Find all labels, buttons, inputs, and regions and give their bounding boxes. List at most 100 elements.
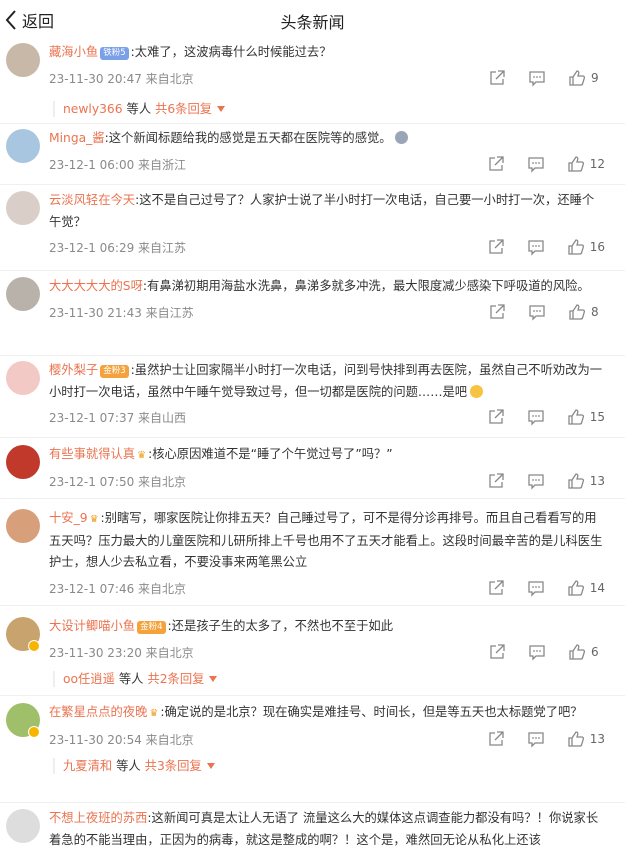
emoji-icon [394, 131, 408, 144]
crown-icon: ♛ [149, 708, 159, 719]
comment-actions: 6 [488, 642, 605, 662]
comment-icon[interactable] [527, 472, 545, 490]
divider [0, 123, 625, 124]
comment-username[interactable]: 不想上夜班的苏西 [49, 811, 147, 825]
divider [0, 605, 625, 606]
reply-username: 九夏清和 [63, 758, 113, 773]
comment-meta: 23-12-1 06:29 来自江苏 16 [49, 237, 605, 257]
like-icon[interactable] [567, 238, 585, 256]
top-bar: 返回 头条新闻 [0, 0, 625, 40]
avatar[interactable] [6, 43, 40, 77]
share-icon[interactable] [487, 730, 505, 748]
share-icon[interactable] [487, 238, 505, 256]
comment-icon[interactable] [527, 238, 545, 256]
avatar[interactable] [6, 445, 40, 479]
share-icon[interactable] [487, 155, 505, 173]
comment-meta: 23-11-30 21:43 来自江苏 8 [49, 302, 605, 322]
comment-icon[interactable] [528, 303, 546, 321]
comment-body: 十安_9 ♛:别瞎写，哪家医院让你排五天？自己睡过号了，可不是得分诊再排号。而且自… [49, 508, 605, 574]
comment-meta: 23-11-30 20:47 来自北京 9 [49, 68, 605, 88]
emoji-icon [470, 384, 484, 398]
like-icon[interactable] [567, 730, 585, 748]
comment-username[interactable]: 云淡风轻在今天 [49, 193, 135, 207]
comment-body: 大大大大大的S呀:有鼻涕初期用海盐水洗鼻，鼻涕多就多冲洗，最大限度减少感染下呼吸… [49, 276, 605, 298]
reply-count: 共2条回复 [147, 671, 205, 686]
comment-actions: 16 [487, 237, 605, 257]
comment-icon[interactable] [527, 155, 545, 173]
comment-username[interactable]: 大大大大大的S呀 [49, 279, 143, 293]
comment-item: 不想上夜班的苏西:这新闻可真是太让人无语了 流量这么大的媒体这点调查能力都没有吗… [0, 808, 625, 851]
comment-username[interactable]: 十安_9 [49, 511, 88, 525]
avatar[interactable] [6, 361, 40, 395]
comment-icon[interactable] [528, 643, 546, 661]
crown-icon: ♛ [137, 450, 147, 461]
comment-text: :有鼻涕初期用海盐水洗鼻，鼻涕多就多冲洗，最大限度减少感染下呼吸道的风险。 [142, 279, 590, 293]
avatar[interactable] [6, 129, 40, 163]
reply-middle: 等人 [116, 758, 141, 773]
caret-down-icon [206, 762, 215, 769]
comment-item: 大大大大大的S呀:有鼻涕初期用海盐水洗鼻，鼻涕多就多冲洗，最大限度减少感染下呼吸… [0, 276, 625, 322]
comment-body: 大设计鲫喵小鱼 金粉4:还是孩子生的太多了，不然也不至于如此 [49, 616, 605, 638]
like-icon[interactable] [568, 643, 586, 661]
comment-username[interactable]: 在繁星点点的夜晚 [49, 705, 147, 719]
verified-badge-icon [28, 640, 40, 652]
comment-icon[interactable] [527, 408, 545, 426]
like-count: 13 [589, 473, 605, 488]
comment-body: 有些事就得认真 ♛:核心原因难道不是“睡了个午觉过号了”吗？” [49, 444, 605, 467]
reply-count: 共6条回复 [155, 101, 213, 116]
like-icon[interactable] [568, 69, 586, 87]
comment-item: 有些事就得认真 ♛:核心原因难道不是“睡了个午觉过号了”吗？” 23-12-1 0… [0, 444, 625, 491]
like-count: 16 [589, 240, 605, 254]
replies-link[interactable]: 九夏清和 等人 共3条回复 [53, 755, 605, 777]
comment-actions: 9 [488, 68, 605, 88]
comment-actions: 8 [488, 302, 605, 322]
comment-text: :确定说的是北京？现在确实是难挂号、时间长，但是等五天也太标题党了吧？ [160, 705, 583, 719]
comment-item: 大设计鲫喵小鱼 金粉4:还是孩子生的太多了，不然也不至于如此 23-11-30 2… [0, 616, 625, 690]
comment-item: 十安_9 ♛:别瞎写，哪家医院让你排五天？自己睡过号了，可不是得分诊再排号。而且自… [0, 508, 625, 598]
comment-body: 藏海小鱼 铁粉5:太难了，这波病毒什么时候能过去？ [49, 42, 605, 64]
comment-meta: 23-12-1 07:50 来自北京 13 [49, 471, 605, 491]
reply-middle: 等人 [126, 101, 152, 116]
comment-username[interactable]: 有些事就得认真 [49, 447, 135, 461]
like-count: 9 [591, 70, 599, 85]
comment-icon[interactable] [528, 69, 546, 87]
replies-link[interactable]: newly366 等人 共6条回复 [53, 98, 605, 120]
page-title: 头条新闻 [280, 13, 345, 32]
comment-actions: 15 [487, 407, 605, 427]
comment-icon[interactable] [527, 730, 545, 748]
like-icon[interactable] [567, 155, 585, 173]
avatar[interactable] [6, 809, 40, 843]
divider [0, 270, 625, 271]
like-icon[interactable] [567, 408, 585, 426]
like-icon[interactable] [567, 472, 585, 490]
comment-time: 23-11-30 20:54 来自北京 [49, 732, 194, 747]
share-icon[interactable] [488, 643, 506, 661]
comment-text: :核心原因难道不是“睡了个午觉过号了”吗？” [148, 447, 393, 461]
divider [0, 437, 625, 438]
comment-item: 藏海小鱼 铁粉5:太难了，这波病毒什么时候能过去？ 23-11-30 20:47 … [0, 42, 625, 120]
replies-link[interactable]: oo任逍遥 等人 共2条回复 [53, 668, 605, 690]
comment-body: 不想上夜班的苏西:这新闻可真是太让人无语了 流量这么大的媒体这点调查能力都没有吗… [49, 808, 605, 851]
comment-time: 23-12-1 07:46 来自北京 [49, 581, 187, 596]
share-icon[interactable] [487, 579, 505, 597]
share-icon[interactable] [488, 69, 506, 87]
like-count: 15 [589, 410, 605, 424]
comment-username[interactable]: 大设计鲫喵小鱼 [49, 619, 135, 633]
like-count: 14 [589, 580, 605, 595]
share-icon[interactable] [487, 472, 505, 490]
comment-meta: 23-12-1 06:00 来自浙江 12 [49, 154, 605, 174]
share-icon[interactable] [487, 408, 505, 426]
reply-username: oo任逍遥 [63, 671, 115, 686]
avatar[interactable] [6, 277, 40, 311]
share-icon[interactable] [488, 303, 506, 321]
comment-time: 23-11-30 23:20 来自北京 [49, 645, 194, 660]
comment-username[interactable]: Minga_酱 [49, 131, 105, 145]
like-icon[interactable] [567, 579, 585, 597]
comment-username[interactable]: 藏海小鱼 [49, 45, 98, 59]
comment-username[interactable]: 樱外梨子 [49, 363, 98, 377]
avatar[interactable] [6, 191, 40, 225]
like-icon[interactable] [568, 303, 586, 321]
avatar[interactable] [6, 509, 40, 543]
comment-icon[interactable] [527, 579, 545, 597]
fan-badge: 金粉3 [100, 365, 129, 378]
